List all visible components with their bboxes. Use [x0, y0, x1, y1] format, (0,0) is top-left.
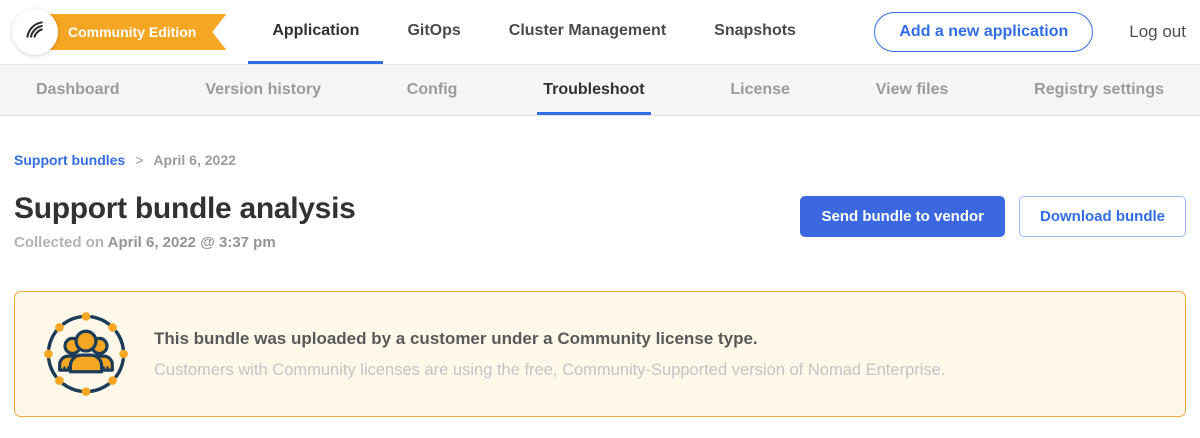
top-nav-tabs: Application GitOps Cluster Management Sn… — [248, 0, 820, 64]
subnav-item-view-files[interactable]: View files — [870, 65, 955, 115]
brand-area: Community Edition — [12, 0, 226, 64]
tab-snapshots[interactable]: Snapshots — [690, 0, 820, 64]
title-block: Support bundle analysis Collected on Apr… — [14, 192, 355, 251]
collected-line: Collected on April 6, 2022 @ 3:37 pm — [14, 234, 355, 251]
banner-text: This bundle was uploaded by a customer u… — [154, 329, 945, 380]
app-sub-navbar: Dashboard Version history Config Trouble… — [0, 64, 1200, 116]
edition-ribbon: Community Edition — [46, 14, 226, 50]
community-people-icon — [43, 311, 129, 397]
banner-subtitle: Customers with Community licenses are us… — [154, 361, 945, 380]
breadcrumb-current: April 6, 2022 — [153, 152, 236, 168]
add-application-button[interactable]: Add a new application — [874, 12, 1093, 52]
collected-date: April 6, 2022 @ 3:37 pm — [108, 234, 276, 251]
breadcrumb-support-bundles-link[interactable]: Support bundles — [14, 152, 125, 168]
banner-title: This bundle was uploaded by a customer u… — [154, 329, 945, 349]
subnav-item-troubleshoot[interactable]: Troubleshoot — [537, 65, 650, 115]
tab-gitops[interactable]: GitOps — [383, 0, 484, 64]
tab-cluster-management[interactable]: Cluster Management — [485, 0, 690, 64]
logout-link[interactable]: Log out — [1129, 22, 1186, 42]
top-navbar: Community Edition Application GitOps Clu… — [0, 0, 1200, 64]
app-logo[interactable] — [12, 9, 58, 55]
subnav-item-config[interactable]: Config — [401, 65, 464, 115]
replicated-logo-icon — [22, 17, 48, 48]
bundle-actions: Send bundle to vendor Download bundle — [800, 196, 1186, 237]
page-title: Support bundle analysis — [14, 192, 355, 226]
main-content: Support bundles > April 6, 2022 Support … — [0, 116, 1200, 417]
collected-prefix: Collected on — [14, 234, 104, 251]
breadcrumb: Support bundles > April 6, 2022 — [14, 152, 1186, 168]
top-nav-right: Add a new application Log out — [874, 0, 1186, 64]
download-bundle-button[interactable]: Download bundle — [1019, 196, 1186, 237]
community-license-banner: This bundle was uploaded by a customer u… — [14, 291, 1186, 417]
send-bundle-to-vendor-button[interactable]: Send bundle to vendor — [800, 196, 1005, 237]
subnav-item-version-history[interactable]: Version history — [199, 65, 327, 115]
edition-label: Community Edition — [68, 24, 196, 40]
subnav-item-license[interactable]: License — [724, 65, 796, 115]
tab-application[interactable]: Application — [248, 0, 383, 64]
breadcrumb-separator: > — [135, 152, 143, 168]
subnav-item-dashboard[interactable]: Dashboard — [30, 65, 126, 115]
subnav-item-registry-settings[interactable]: Registry settings — [1028, 65, 1170, 115]
title-row: Support bundle analysis Collected on Apr… — [14, 192, 1186, 251]
